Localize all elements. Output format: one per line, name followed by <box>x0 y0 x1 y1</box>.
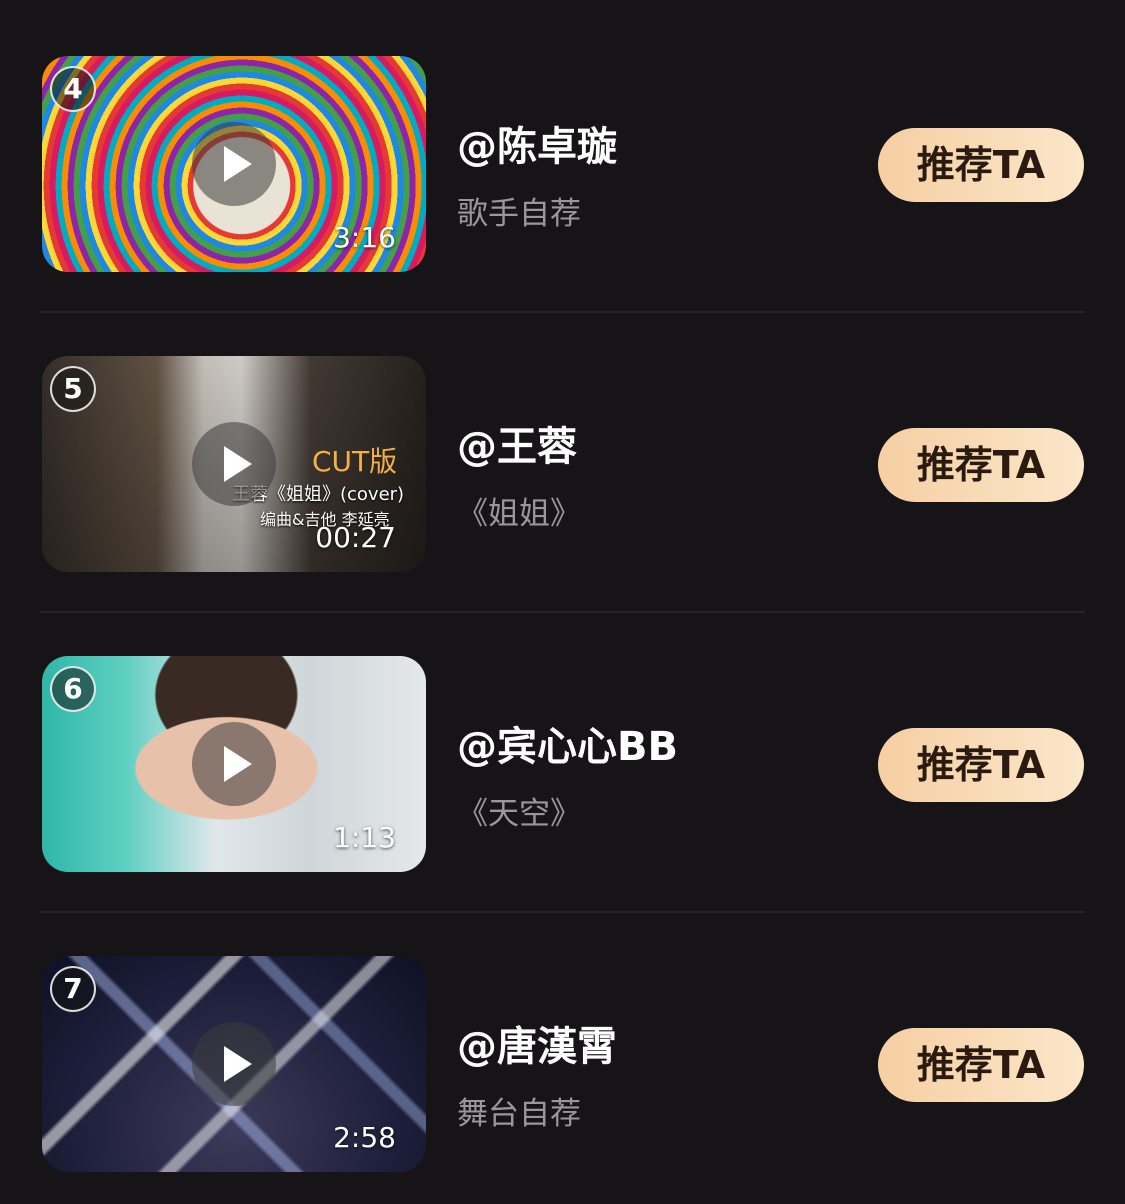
rank-badge: 4 <box>50 66 96 112</box>
play-icon[interactable] <box>192 1022 276 1106</box>
artist-name[interactable]: @陈卓璇 <box>457 114 617 172</box>
artist-description: 歌手自荐 <box>457 196 581 232</box>
list-item: 6 1:13 @宾心心BB 《天空》 推荐TA <box>0 600 1125 913</box>
recommend-button[interactable]: 推荐TA <box>878 728 1084 802</box>
video-duration: 00:27 <box>315 521 396 554</box>
list-item: 7 2:58 @唐漢霄 舞台自荐 推荐TA <box>0 900 1125 1200</box>
recommend-button[interactable]: 推荐TA <box>878 1028 1084 1102</box>
video-thumbnail[interactable]: 6 1:13 <box>42 656 426 872</box>
artist-description: 舞台自荐 <box>457 1096 581 1132</box>
video-thumbnail[interactable]: CUT版 王蓉《姐姐》(cover) 编曲&吉他 李延亮 5 00:27 <box>42 356 426 572</box>
rank-badge: 6 <box>50 666 96 712</box>
play-icon[interactable] <box>192 122 276 206</box>
play-icon[interactable] <box>192 722 276 806</box>
video-duration: 3:16 <box>333 221 396 254</box>
list-item: CUT版 王蓉《姐姐》(cover) 编曲&吉他 李延亮 5 00:27 @王蓉… <box>0 300 1125 613</box>
video-duration: 2:58 <box>333 1121 396 1154</box>
thumbnail-cut-label: CUT版 <box>312 445 398 478</box>
rank-badge: 7 <box>50 966 96 1012</box>
recommend-button[interactable]: 推荐TA <box>878 128 1084 202</box>
artist-description: 《天空》 <box>457 796 581 832</box>
list-item: 4 3:16 @陈卓璇 歌手自荐 推荐TA <box>0 0 1125 313</box>
play-icon[interactable] <box>192 422 276 506</box>
rank-badge: 5 <box>50 366 96 412</box>
video-duration: 1:13 <box>333 821 396 854</box>
artist-description: 《姐姐》 <box>457 496 581 532</box>
video-thumbnail[interactable]: 7 2:58 <box>42 956 426 1172</box>
video-thumbnail[interactable]: 4 3:16 <box>42 56 426 272</box>
artist-name[interactable]: @王蓉 <box>457 414 577 472</box>
artist-name[interactable]: @唐漢霄 <box>457 1014 617 1072</box>
recommendation-list: 4 3:16 @陈卓璇 歌手自荐 推荐TA CUT版 王蓉《姐姐》(cover)… <box>0 0 1125 1204</box>
recommend-button[interactable]: 推荐TA <box>878 428 1084 502</box>
artist-name[interactable]: @宾心心BB <box>457 714 678 772</box>
